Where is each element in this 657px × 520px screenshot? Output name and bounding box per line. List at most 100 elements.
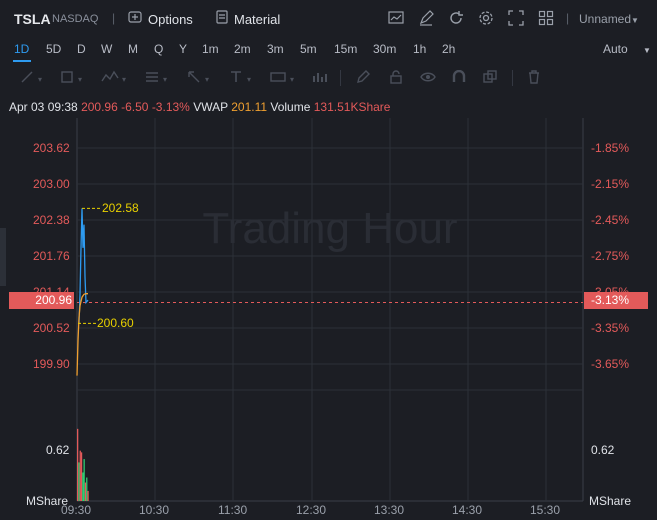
quote-price: 200.96 (81, 100, 118, 114)
quote-change: -6.50 (121, 100, 149, 114)
options-button[interactable]: Options (128, 10, 193, 28)
vwap-label: VWAP (193, 100, 228, 114)
layout-select[interactable]: Unnamed▼ (579, 12, 639, 26)
chevron-down-icon: ▼ (643, 46, 651, 55)
options-label: Options (148, 11, 193, 27)
divider (512, 70, 513, 86)
pct-axis-tick: -2.45% (591, 213, 630, 227)
quote-info-line: Apr 03 09:38 200.96 -6.50 -3.13% VWAP 20… (9, 100, 390, 114)
fibonacci-icon[interactable] (145, 70, 159, 87)
arrow-icon[interactable] (187, 70, 201, 87)
copy-icon[interactable] (483, 70, 497, 87)
divider (340, 70, 341, 86)
eye-icon[interactable] (420, 70, 436, 87)
price-axis-tick: 203.62 (33, 141, 70, 155)
volume-unit-right: MShare (589, 494, 632, 508)
chevron-down-icon: ▾ (38, 75, 43, 84)
volume-bar (86, 477, 88, 501)
material-icon (216, 10, 228, 28)
chevron-down-icon: ▾ (163, 75, 168, 84)
time-axis-tick: 11:30 (218, 503, 248, 517)
magnet-icon[interactable] (452, 69, 466, 87)
interval-d[interactable]: D (77, 42, 86, 56)
fullscreen-icon[interactable] (508, 10, 524, 30)
current-price-badge: 200.96 (9, 292, 74, 309)
interval-1m[interactable]: 1m (202, 42, 219, 56)
scale-mode-label: Auto (603, 42, 628, 56)
vwap-line (76, 293, 88, 376)
interval-q[interactable]: Q (154, 42, 163, 56)
symbol-ticker[interactable]: TSLA (14, 11, 51, 27)
interval-2m[interactable]: 2m (234, 42, 251, 56)
volume-bar (80, 452, 83, 501)
pencil-icon[interactable] (356, 70, 370, 87)
material-button[interactable]: Material (216, 10, 280, 28)
indicator-icon[interactable] (312, 70, 328, 87)
interval-w[interactable]: W (101, 42, 112, 56)
interval-1h[interactable]: 1h (413, 42, 426, 56)
time-axis-tick: 13:30 (374, 503, 405, 517)
interval-2h[interactable]: 2h (442, 42, 455, 56)
rectangle-icon[interactable] (60, 70, 74, 87)
divider: | (566, 11, 570, 25)
interval-5m[interactable]: 5m (300, 42, 317, 56)
high-price-label: 202.58 (102, 201, 139, 215)
chevron-down-icon: ▾ (247, 75, 252, 84)
chevron-down-icon: ▾ (122, 75, 127, 84)
chevron-down-icon: ▾ (78, 75, 83, 84)
settings-gear-icon[interactable] (478, 10, 494, 30)
interval-30m[interactable]: 30m (373, 42, 396, 56)
low-price-label: 200.60 (97, 316, 134, 330)
interval-1d[interactable]: 1D (14, 42, 29, 56)
trend-line-icon[interactable] (20, 70, 34, 87)
interval-15m[interactable]: 15m (334, 42, 357, 56)
time-axis-tick: 10:30 (139, 503, 170, 517)
draw-icon[interactable] (418, 10, 434, 30)
price-axis-tick: 203.00 (33, 177, 70, 191)
current-pct-badge: -3.13% (584, 292, 648, 309)
price-axis-tick: 200.52 (33, 321, 70, 335)
material-label: Material (234, 11, 281, 27)
divider: | (112, 11, 116, 25)
chevron-down-icon: ▾ (205, 75, 210, 84)
pct-axis-tick: -3.35% (591, 321, 630, 335)
pct-axis-tick: -2.15% (591, 177, 630, 191)
time-axis-tick: 14:30 (452, 503, 483, 517)
pct-axis-tick: -1.85% (591, 141, 630, 155)
volume-bar (87, 490, 89, 501)
trash-icon[interactable] (527, 70, 541, 87)
measure-icon[interactable] (270, 70, 286, 87)
scale-mode-select[interactable]: Auto ▼ (603, 42, 651, 56)
volume-label: Volume (270, 100, 311, 114)
time-axis-tick: 15:30 (530, 503, 561, 517)
exchange-label: NASDAQ (52, 13, 99, 25)
side-panel-toggle[interactable] (0, 228, 6, 286)
volume-axis-tick-right: 0.62 (591, 443, 615, 457)
volume-value: 131.51KShare (313, 100, 391, 114)
time-axis-tick: 12:30 (296, 503, 327, 517)
lock-icon[interactable] (389, 70, 403, 87)
pct-axis-tick: -3.65% (591, 357, 630, 371)
top-toolbar: TSLA NASDAQ | Options Material | Unnamed… (0, 0, 657, 38)
price-axis-tick: 199.90 (33, 357, 70, 371)
vwap-value: 201.11 (231, 100, 268, 114)
chevron-down-icon: ▼ (631, 16, 639, 25)
quote-change-pct: -3.13% (151, 100, 190, 114)
interval-5d[interactable]: 5D (46, 42, 61, 56)
layout-grid-icon[interactable] (538, 10, 554, 30)
chevron-down-icon: ▾ (290, 75, 295, 84)
interval-m[interactable]: M (128, 42, 138, 56)
quote-datetime: Apr 03 09:38 (9, 100, 78, 114)
volume-axis-tick-left: 0.62 (46, 443, 70, 457)
volume-bar (83, 459, 85, 501)
pattern-icon[interactable] (101, 70, 119, 87)
volume-bar (84, 482, 87, 501)
text-tool-icon[interactable] (229, 70, 243, 87)
chart-type-icon[interactable] (388, 10, 404, 30)
volume-bar (77, 428, 79, 501)
interval-3m[interactable]: 3m (267, 42, 284, 56)
layout-name: Unnamed (579, 12, 632, 26)
refresh-icon[interactable] (448, 10, 464, 30)
interval-y[interactable]: Y (179, 42, 187, 56)
watermark-text: Trading Hour (202, 204, 457, 253)
